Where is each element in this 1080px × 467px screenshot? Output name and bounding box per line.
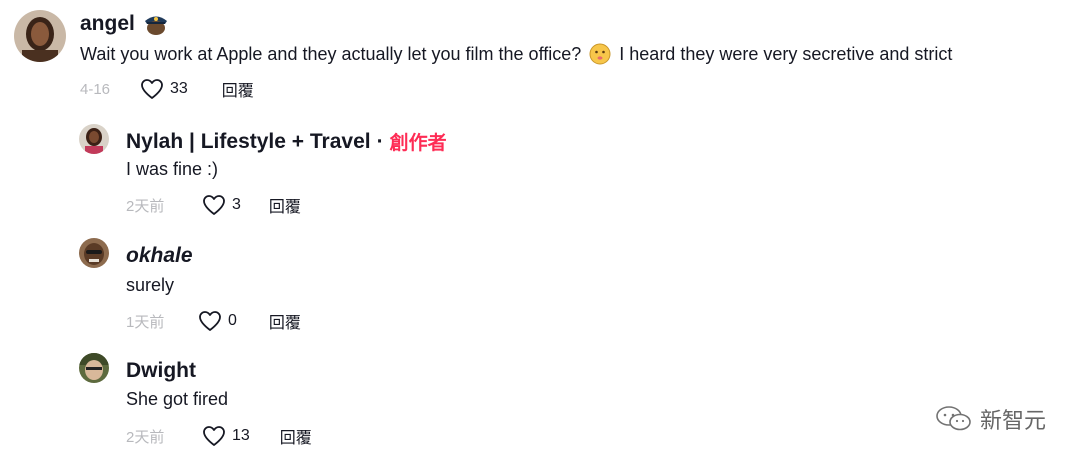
like-button[interactable]: 0 (198, 310, 237, 332)
reply-button[interactable]: 回覆 (222, 77, 254, 101)
comment-date: 2天前 (126, 197, 165, 215)
watermark: 新智元 (934, 403, 1046, 435)
like-count: 13 (232, 427, 250, 444)
reply-button[interactable]: 回覆 (269, 309, 301, 333)
wechat-icon (936, 406, 971, 431)
reply-button[interactable]: 回覆 (269, 193, 301, 217)
comment-text: She got fired (126, 389, 229, 409)
like-count: 0 (228, 312, 237, 329)
avatar[interactable] (79, 353, 109, 383)
reply-button[interactable]: 回覆 (280, 424, 312, 448)
like-button[interactable]: 33 (140, 78, 188, 100)
like-button[interactable]: 3 (202, 194, 241, 216)
comment-text: Wait you work at Apple and they actually… (80, 43, 953, 65)
like-count: 3 (232, 196, 241, 213)
comment-text: I was fine :) (126, 159, 219, 179)
comment-date: 4-16 (80, 80, 111, 98)
like-button[interactable]: 13 (202, 425, 250, 447)
username[interactable]: okhale (126, 244, 193, 268)
comment-meta: 4-16 33 回覆 (80, 77, 254, 101)
avatar[interactable] (79, 124, 109, 154)
avatar[interactable] (79, 238, 109, 268)
like-count: 33 (170, 80, 188, 97)
username[interactable]: angel (80, 12, 169, 36)
comment-meta: 2天前 13 回覆 (126, 424, 312, 448)
heart-icon[interactable] (202, 425, 226, 447)
comment-text: surely (126, 275, 175, 295)
heart-icon[interactable] (202, 194, 226, 216)
watermark-text: 新智元 (979, 408, 1046, 433)
police-officer-emoji-icon (143, 12, 169, 36)
comment-date: 2天前 (126, 428, 165, 446)
comment-meta: 1天前 0 回覆 (126, 309, 301, 333)
avatar[interactable] (14, 10, 66, 62)
username[interactable]: Dwight (126, 359, 196, 383)
heart-icon[interactable] (198, 310, 222, 332)
creator-badge: 創作者 (389, 133, 447, 154)
username[interactable]: Nylah | Lifestyle + Travel · 創作者 (126, 128, 447, 155)
neutral-face-emoji-icon (589, 43, 611, 65)
comment-meta: 2天前 3 回覆 (126, 193, 301, 217)
comment-date: 1天前 (126, 313, 165, 331)
heart-icon[interactable] (140, 78, 164, 100)
separator: · (376, 129, 384, 153)
